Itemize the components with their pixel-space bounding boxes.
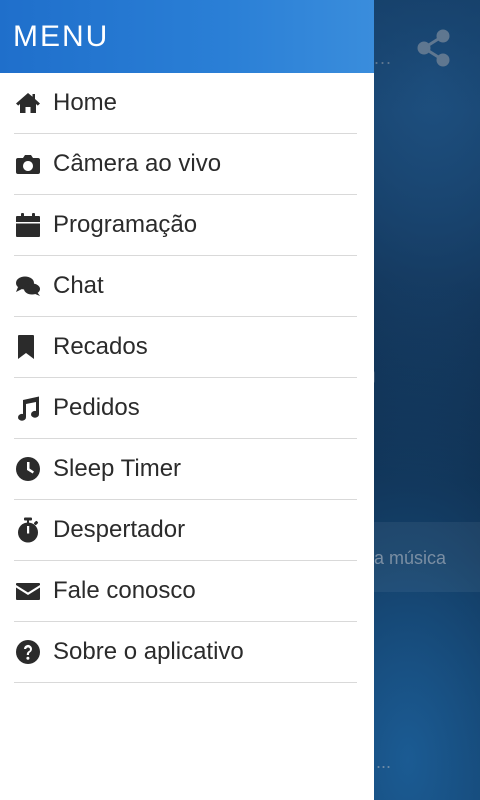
- question-icon: [14, 638, 42, 666]
- menu-item-home[interactable]: Home: [14, 73, 357, 134]
- menu-item-sleep-timer[interactable]: Sleep Timer: [14, 439, 357, 500]
- envelope-icon: [14, 577, 42, 605]
- menu-item-messages[interactable]: Recados: [14, 317, 357, 378]
- camera-icon: [14, 150, 42, 178]
- menu-item-label: Programação: [53, 211, 198, 238]
- navigation-drawer: MENU Home Câmera ao vivo Programação Cha…: [0, 0, 374, 800]
- menu-item-label: Home: [53, 89, 118, 116]
- menu-item-label: Sobre o aplicativo: [53, 638, 244, 665]
- background-bottom-dots: ...: [376, 752, 392, 772]
- menu-item-about[interactable]: Sobre o aplicativo: [14, 622, 357, 683]
- menu-item-contact[interactable]: Fale conosco: [14, 561, 357, 622]
- menu-item-schedule[interactable]: Programação: [14, 195, 357, 256]
- clock-icon: [14, 455, 42, 483]
- music-icon: [14, 394, 42, 422]
- stopwatch-icon: [14, 516, 42, 544]
- calendar-icon: [14, 211, 42, 239]
- menu-item-label: Chat: [53, 272, 104, 299]
- background-now-playing-text: a música: [374, 548, 447, 568]
- menu-item-live-camera[interactable]: Câmera ao vivo: [14, 134, 357, 195]
- share-icon[interactable]: [414, 28, 454, 68]
- menu-item-alarm[interactable]: Despertador: [14, 500, 357, 561]
- bookmark-icon: [14, 333, 42, 361]
- drawer-title: MENU: [13, 19, 110, 53]
- background-more-dots: ...: [374, 48, 393, 68]
- menu-item-chat[interactable]: Chat: [14, 256, 357, 317]
- menu-item-requests[interactable]: Pedidos: [14, 378, 357, 439]
- menu-item-label: Pedidos: [53, 394, 140, 421]
- menu-item-label: Sleep Timer: [53, 455, 182, 482]
- menu-item-label: Fale conosco: [53, 577, 196, 604]
- chat-icon: [14, 272, 42, 300]
- menu-item-label: Despertador: [53, 516, 186, 543]
- home-icon: [14, 89, 42, 117]
- drawer-menu: Home Câmera ao vivo Programação Chat Rec: [0, 73, 374, 683]
- drawer-header: MENU: [0, 0, 374, 73]
- menu-item-label: Câmera ao vivo: [53, 150, 222, 177]
- menu-item-label: Recados: [53, 333, 148, 360]
